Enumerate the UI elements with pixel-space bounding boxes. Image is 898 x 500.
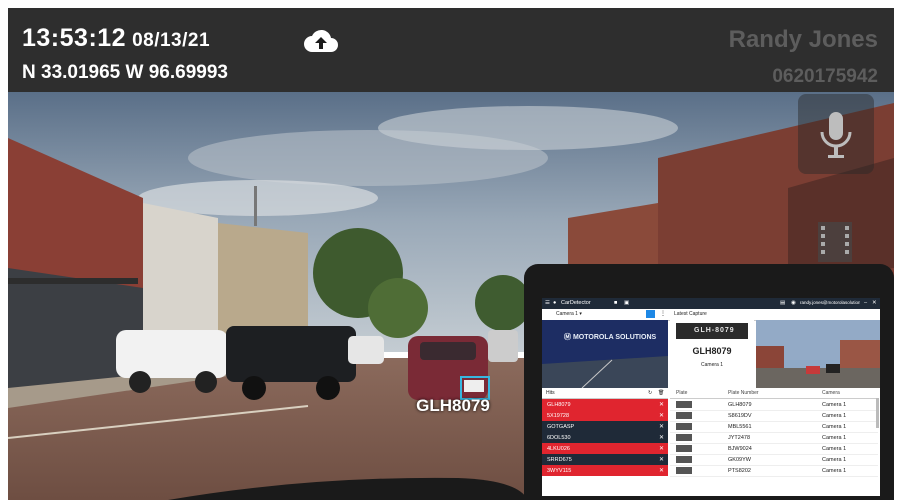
user-email: randy.jones@motorolasolutions.com bbox=[800, 300, 860, 305]
plate-thumbnail bbox=[676, 456, 692, 463]
hit-plate: GLH8079 bbox=[547, 402, 571, 408]
hit-row[interactable]: 5X19728 ✕ bbox=[542, 410, 668, 421]
camera-preview: Ⓜ MOTOROLA SOLUTIONS bbox=[542, 320, 668, 388]
camera-select[interactable]: Camera 1 ▾ bbox=[556, 311, 582, 317]
camera-feed-frame: 13:53:12 08/13/21 N 33.01965 W 96.69993 R… bbox=[8, 8, 894, 500]
dismiss-hit-icon[interactable]: ✕ bbox=[659, 423, 664, 430]
film-strip-icon[interactable] bbox=[804, 220, 866, 264]
plate-number-cell: PTS8202 bbox=[728, 468, 751, 474]
dismiss-hit-icon[interactable]: ✕ bbox=[659, 467, 664, 474]
dismiss-hit-icon[interactable]: ✕ bbox=[659, 456, 664, 463]
hit-plate: 4LKU026 bbox=[547, 446, 570, 452]
dismiss-hit-icon[interactable]: ✕ bbox=[659, 401, 664, 408]
capture-plate-image: GLH-8079 bbox=[676, 323, 748, 339]
officer-name: Randy Jones bbox=[728, 26, 878, 53]
date-text: 08/13/21 bbox=[132, 30, 211, 51]
gps-coordinates: N 33.01965 W 96.69993 bbox=[22, 62, 228, 83]
hits-label: Hits bbox=[546, 390, 555, 396]
app-top-bar: ☰ ● CarDetector ■ ▣ ▤ ◉ randy.jones@moto… bbox=[542, 298, 880, 309]
plate-number-cell: BJW9024 bbox=[728, 446, 752, 452]
close-icon[interactable]: ✕ bbox=[872, 300, 877, 306]
trash-icon[interactable]: 🗑 bbox=[658, 390, 664, 396]
table-scrollbar[interactable] bbox=[876, 398, 879, 428]
plate-number-cell: MBL5561 bbox=[728, 424, 752, 430]
app-name: CarDetector bbox=[561, 300, 591, 306]
camera-cell: Camera 1 bbox=[822, 468, 847, 474]
hit-row[interactable]: GOTGASP ✕ bbox=[542, 421, 668, 432]
col-camera: Camera bbox=[822, 390, 840, 396]
tablet-device: ☰ ● CarDetector ■ ▣ ▤ ◉ randy.jones@moto… bbox=[524, 264, 894, 500]
plate-thumbnail bbox=[676, 434, 692, 441]
hit-plate: 3WYV115 bbox=[547, 468, 572, 474]
capture-camera: Camera 1 bbox=[701, 362, 723, 368]
camera-cell: Camera 1 bbox=[822, 402, 847, 408]
camera-cell: Camera 1 bbox=[822, 424, 847, 430]
hud-top-bar: 13:53:12 08/13/21 N 33.01965 W 96.69993 R… bbox=[8, 8, 894, 92]
plate-thumbnail bbox=[676, 467, 692, 474]
dismiss-hit-icon[interactable]: ✕ bbox=[659, 434, 664, 441]
capture-scene-image bbox=[756, 320, 880, 388]
user-avatar-icon[interactable]: ◉ bbox=[791, 300, 796, 306]
col-plate-number: Plate Number bbox=[728, 390, 759, 396]
plate-thumbnail bbox=[676, 423, 692, 430]
plates-table-header: Plate Plate Number Camera bbox=[670, 388, 878, 399]
hit-row[interactable]: 6DOL530 ✕ bbox=[542, 432, 668, 443]
col-plate: Plate bbox=[676, 390, 688, 396]
hit-row[interactable]: 4LKU026 ✕ bbox=[542, 443, 668, 454]
hit-row[interactable]: 3WYV115 ✕ bbox=[542, 465, 668, 476]
camera-cell: Camera 1 bbox=[822, 446, 847, 452]
officer-id: 0620175942 bbox=[772, 66, 878, 87]
camera-cell: Camera 1 bbox=[822, 413, 847, 419]
plate-number-cell: GLH8079 bbox=[728, 402, 752, 408]
grid-icon[interactable]: ▤ bbox=[780, 300, 785, 306]
motorola-logo: Ⓜ MOTOROLA SOLUTIONS bbox=[564, 334, 657, 341]
app-logo-icon: ● bbox=[553, 300, 557, 306]
plate-thumbnail bbox=[676, 401, 692, 408]
camera-cell: Camera 1 bbox=[822, 457, 847, 463]
detected-plate-label: GLH8079 bbox=[416, 396, 490, 415]
hit-plate: 6DOL530 bbox=[547, 435, 571, 441]
table-row[interactable]: PTS8202 Camera 1 bbox=[670, 465, 878, 477]
dismiss-hit-icon[interactable]: ✕ bbox=[659, 412, 664, 419]
hit-row[interactable]: GLH8079 ✕ bbox=[542, 399, 668, 410]
plate-number-cell: JYT2478 bbox=[728, 435, 751, 441]
capture-plate-number: GLH8079 bbox=[692, 346, 732, 356]
plate-number-cell: S8619DV bbox=[728, 413, 752, 419]
time-text: 13:53:12 bbox=[22, 24, 127, 52]
minimize-icon[interactable]: – bbox=[864, 300, 867, 306]
latest-capture-card[interactable]: GLH-8079 GLH8079 Camera 1 bbox=[670, 320, 754, 388]
timestamp: 13:53:12 08/13/21 bbox=[22, 24, 210, 53]
camera-cell: Camera 1 bbox=[822, 435, 847, 441]
hit-plate: GOTGASP bbox=[547, 424, 575, 430]
hit-plate: 5X19728 bbox=[547, 413, 570, 419]
hits-header: Hits ↻ 🗑 bbox=[542, 388, 668, 399]
cloud-upload-icon[interactable] bbox=[304, 28, 338, 59]
tablet-screen: ☰ ● CarDetector ■ ▣ ▤ ◉ randy.jones@moto… bbox=[542, 298, 880, 496]
microphone-icon[interactable] bbox=[798, 94, 874, 174]
hit-plate: SRRD675 bbox=[547, 457, 572, 463]
gallery-icon[interactable]: ▣ bbox=[624, 300, 629, 306]
more-options-icon[interactable]: ⋮ bbox=[660, 310, 666, 317]
latest-capture-label: Latest Capture bbox=[674, 311, 707, 317]
live-view-button[interactable] bbox=[646, 310, 655, 318]
dismiss-hit-icon[interactable]: ✕ bbox=[659, 445, 664, 452]
plate-number-cell: GK09YW bbox=[728, 457, 751, 463]
menu-icon[interactable]: ☰ bbox=[545, 300, 550, 306]
refresh-icon[interactable]: ↻ bbox=[648, 390, 652, 396]
camera-icon[interactable]: ■ bbox=[614, 300, 617, 306]
plate-thumbnail bbox=[676, 412, 692, 419]
plate-thumbnail bbox=[676, 445, 692, 452]
hit-row[interactable]: SRRD675 ✕ bbox=[542, 454, 668, 465]
